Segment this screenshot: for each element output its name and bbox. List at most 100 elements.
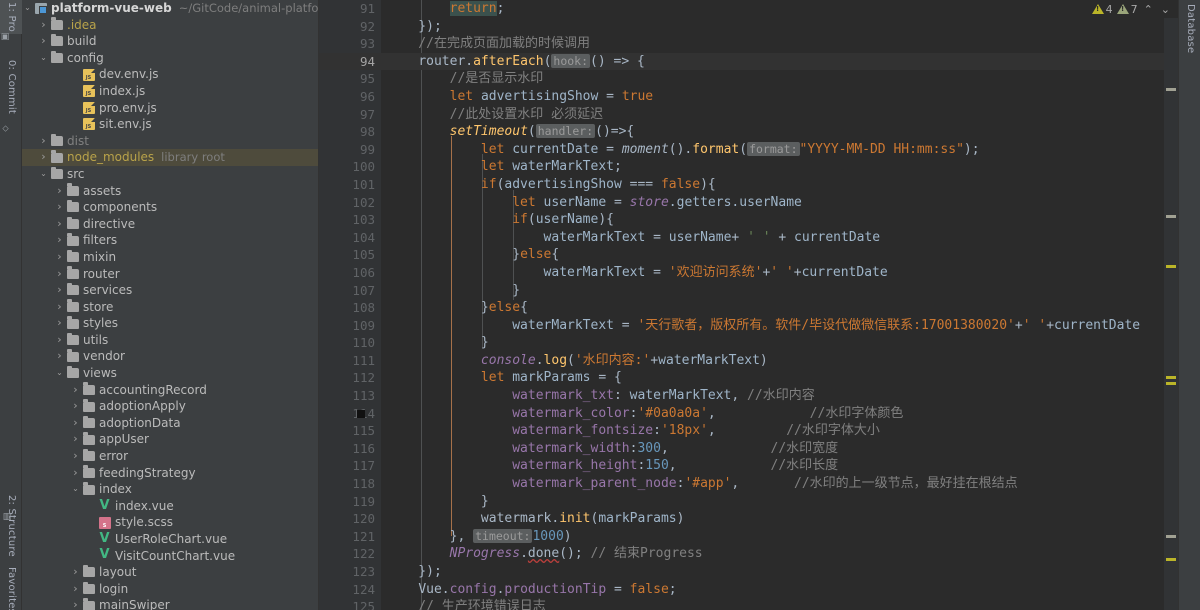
chevron-right-icon[interactable]: ›	[70, 431, 81, 448]
editor-code-area[interactable]: return; }); //在完成页面加载的时候调用 router.afterE…	[381, 0, 1164, 610]
chevron-right-icon[interactable]: ›	[54, 249, 65, 266]
chevron-right-icon[interactable]: ›	[54, 332, 65, 349]
line-number[interactable]: 99	[319, 141, 381, 159]
tree-node-services[interactable]: ›services	[22, 282, 318, 299]
code-line[interactable]: NProgress.done(); // 结束Progress	[381, 545, 1164, 563]
tree-node-router[interactable]: ›router	[22, 266, 318, 283]
line-number[interactable]: 98⊖	[319, 123, 381, 141]
tree-node-userrolechart-vue[interactable]: VUserRoleChart.vue	[22, 531, 318, 548]
code-line[interactable]: //在完成页面加载的时候调用	[381, 35, 1164, 53]
tree-node-pro-env-js[interactable]: JSpro.env.js	[22, 100, 318, 117]
code-line[interactable]: waterMarkText = '欢迎访问系统'+' '+currentDate	[381, 264, 1164, 282]
chevron-down-icon[interactable]: ⌄	[22, 0, 33, 17]
chevron-up-icon[interactable]: ⌃	[1142, 3, 1155, 16]
tree-node-mixin[interactable]: ›mixin	[22, 249, 318, 266]
line-number[interactable]: 123⌃	[319, 563, 381, 581]
tree-node-index-vue[interactable]: Vindex.vue	[22, 498, 318, 515]
code-line[interactable]: watermark_height:150, //水印长度	[381, 457, 1164, 475]
tree-node-adoptionapply[interactable]: ›adoptionApply	[22, 398, 318, 415]
chevron-down-icon[interactable]: ⌄	[54, 365, 65, 382]
project-tool-tab[interactable]: 1: Pro	[0, 0, 22, 34]
code-line[interactable]: let waterMarkText;	[381, 158, 1164, 176]
line-number[interactable]: 101⊖	[319, 176, 381, 194]
code-line[interactable]: //是否显示水印	[381, 70, 1164, 88]
line-number[interactable]: 100	[319, 158, 381, 176]
tree-node-platform-vue-web[interactable]: ⌄platform-vue-web~/GitCode/animal-platfo…	[22, 0, 318, 17]
line-number[interactable]: 117	[319, 457, 381, 475]
tree-node-appuser[interactable]: ›appUser	[22, 431, 318, 448]
line-number[interactable]: 96	[319, 88, 381, 106]
chevron-right-icon[interactable]: ›	[70, 415, 81, 432]
chevron-right-icon[interactable]: ›	[70, 564, 81, 581]
chevron-right-icon[interactable]: ›	[54, 216, 65, 233]
tree-node-sit-env-js[interactable]: JSsit.env.js	[22, 116, 318, 133]
error-stripe-marker[interactable]	[1166, 535, 1176, 538]
line-number[interactable]: 110⊖	[319, 334, 381, 352]
project-icon-box[interactable]: ▣	[0, 32, 22, 44]
chevron-right-icon[interactable]: ›	[54, 266, 65, 283]
error-stripe-marker[interactable]	[1166, 376, 1176, 379]
error-stripe-marker[interactable]	[1166, 558, 1176, 561]
line-number[interactable]: 94•	[319, 53, 381, 71]
tree-node-utils[interactable]: ›utils	[22, 332, 318, 349]
code-line[interactable]: }else{	[381, 299, 1164, 317]
line-number[interactable]: 113	[319, 387, 381, 405]
tree-node-store[interactable]: ›store	[22, 299, 318, 316]
chevron-right-icon[interactable]: ›	[38, 17, 49, 34]
database-tool-tab[interactable]: Database	[1179, 2, 1200, 55]
project-tool-window[interactable]: ⌄platform-vue-web~/GitCode/animal-platfo…	[22, 0, 319, 610]
code-line[interactable]: }	[381, 334, 1164, 352]
code-line[interactable]: watermark_color:'#0a0a0a', //水印字体颜色	[381, 405, 1164, 423]
line-number[interactable]: 120	[319, 510, 381, 528]
tree-node-directive[interactable]: ›directive	[22, 216, 318, 233]
tree-node-index-js[interactable]: JSindex.js	[22, 83, 318, 100]
line-number[interactable]: 122	[319, 545, 381, 563]
code-line[interactable]: waterMarkText = userName+ ' ' + currentD…	[381, 229, 1164, 247]
code-line[interactable]: let markParams = {	[381, 369, 1164, 387]
tree-node-views[interactable]: ⌄views	[22, 365, 318, 382]
chevron-right-icon[interactable]: ›	[70, 597, 81, 610]
chevron-right-icon[interactable]: ›	[54, 282, 65, 299]
line-number[interactable]: 111	[319, 352, 381, 370]
line-number[interactable]: 105⊖	[319, 246, 381, 264]
line-number[interactable]: 112⊖	[319, 369, 381, 387]
line-number[interactable]: 109	[319, 317, 381, 335]
code-line[interactable]: let advertisingShow = true	[381, 88, 1164, 106]
code-line[interactable]: });	[381, 563, 1164, 581]
chevron-down-icon[interactable]: ⌄	[1159, 3, 1172, 16]
chevron-down-icon[interactable]: ⌄	[70, 481, 81, 498]
line-number[interactable]: 91	[319, 0, 381, 18]
line-number[interactable]: 108⊖	[319, 299, 381, 317]
commit-icon-box[interactable]: ⬦	[0, 124, 22, 135]
commit-tool-tab[interactable]: 0: Commit	[0, 58, 22, 116]
tree-node-feedingstrategy[interactable]: ›feedingStrategy	[22, 465, 318, 482]
line-number[interactable]: 107⊖	[319, 282, 381, 300]
line-number[interactable]: 118	[319, 475, 381, 493]
chevron-right-icon[interactable]: ›	[54, 232, 65, 249]
chevron-right-icon[interactable]: ›	[70, 581, 81, 598]
breakpoint-marker[interactable]	[357, 410, 365, 418]
code-line[interactable]: //此处设置水印 必须延迟	[381, 106, 1164, 124]
tree-node--idea[interactable]: ›.idea	[22, 17, 318, 34]
code-line[interactable]: }else{	[381, 246, 1164, 264]
code-line[interactable]: }	[381, 282, 1164, 300]
error-stripe-marker[interactable]	[1166, 265, 1176, 268]
code-line[interactable]: let currentDate = moment().format(format…	[381, 141, 1164, 159]
structure-icon-box[interactable]: ▥	[2, 512, 24, 524]
warning-group-2[interactable]: 7	[1117, 3, 1138, 16]
chevron-right-icon[interactable]: ›	[70, 448, 81, 465]
chevron-right-icon[interactable]: ›	[54, 315, 65, 332]
warning-group-1[interactable]: 4	[1092, 3, 1113, 16]
chevron-down-icon[interactable]: ⌄	[38, 50, 49, 67]
code-line[interactable]: Vue.config.productionTip = false;	[381, 581, 1164, 599]
line-number[interactable]: 102	[319, 194, 381, 212]
line-number[interactable]: 124	[319, 581, 381, 599]
tree-node-styles[interactable]: ›styles	[22, 315, 318, 332]
line-number[interactable]: 125	[319, 598, 381, 610]
tree-node-build[interactable]: ›build	[22, 33, 318, 50]
line-number[interactable]: 121⊖	[319, 528, 381, 546]
chevron-right-icon[interactable]: ›	[70, 382, 81, 399]
line-number[interactable]: 104	[319, 229, 381, 247]
code-line[interactable]: return;	[381, 0, 1164, 18]
tree-node-node-modules[interactable]: ›node_moduleslibrary root	[22, 149, 318, 166]
